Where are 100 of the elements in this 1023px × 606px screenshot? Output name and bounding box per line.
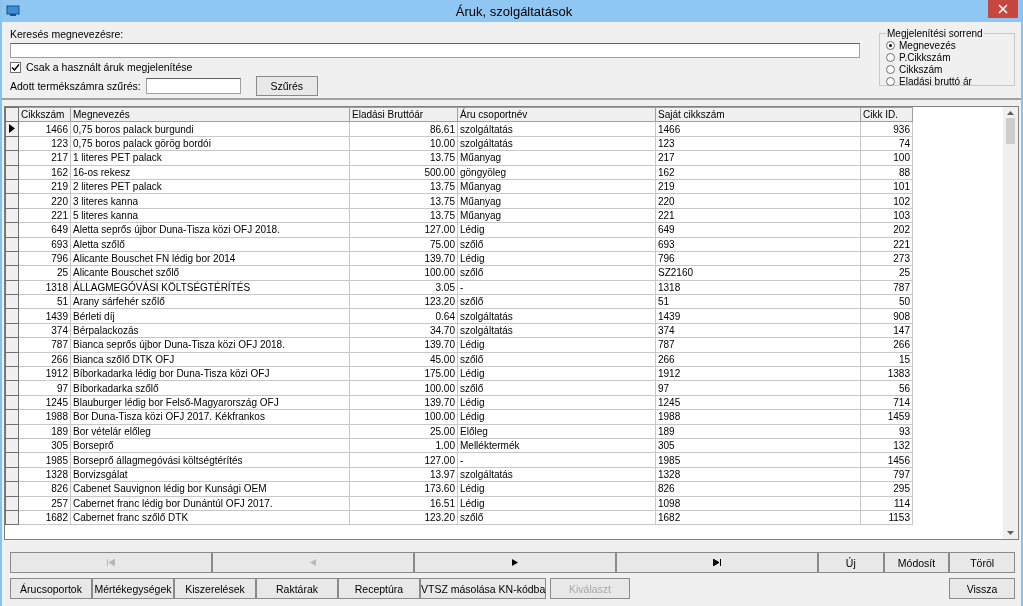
table-cell: 1.00 — [349, 438, 458, 453]
table-cell: 202 — [860, 222, 913, 237]
action-button[interactable]: Árucsoportok — [10, 578, 92, 599]
table-cell: 220 — [18, 193, 71, 209]
filter-label: Adott termékszámra szűrés: — [10, 80, 141, 92]
table-cell: 75.00 — [349, 237, 458, 252]
table-cell: szőlő — [457, 352, 656, 367]
checkbox[interactable] — [10, 61, 21, 73]
table-cell: Cabernet franc lédig bor Dunántúl OFJ 2017. — [70, 496, 350, 511]
search-field[interactable] — [10, 43, 860, 58]
table-cell: 220 — [655, 193, 861, 209]
filter-button[interactable]: Szűrés — [255, 76, 318, 96]
table-cell: 51 — [18, 294, 71, 309]
table-cell: szőlő — [457, 510, 656, 525]
record-button[interactable]: Új — [817, 552, 884, 573]
radio-button[interactable] — [886, 64, 895, 74]
column-header[interactable]: Cikkszám — [18, 107, 71, 122]
table-cell: Lédig — [457, 496, 656, 511]
table-cell: Cabenet Sauvignon lédig bor Kunsági OEM — [70, 481, 350, 497]
table-cell: 374 — [18, 323, 71, 338]
table-cell: 74 — [860, 136, 913, 151]
table-cell: 123.20 — [349, 294, 458, 309]
radio-button[interactable] — [886, 40, 895, 50]
table-cell: 3.05 — [349, 280, 458, 295]
radio-label[interactable]: P.Cikkszám — [899, 51, 951, 63]
navigator-button[interactable] — [10, 552, 212, 573]
table-cell: Lédig — [457, 409, 656, 425]
table-cell: 100 — [860, 150, 913, 166]
table-cell: Előleg — [457, 424, 656, 439]
table-cell: Blauburger lédig bor Felső-Magyarország OFJ — [70, 395, 350, 410]
table-cell: 266 — [655, 352, 861, 367]
record-button[interactable]: Töröl — [949, 552, 1015, 573]
action-button[interactable]: VTSZ másolása KN-kódba — [420, 578, 546, 599]
table-cell: Aletta seprős újbor Duna-Tisza közi OFJ 2018. — [70, 222, 350, 237]
column-header[interactable]: Saját cikkszám — [655, 107, 861, 122]
column-header[interactable]: Eladási Bruttóár — [349, 107, 458, 122]
scrollbar[interactable] — [1003, 107, 1018, 539]
navigator-button[interactable] — [212, 552, 414, 573]
table-cell: 1466 — [18, 121, 71, 137]
table-cell: 13.75 — [349, 208, 458, 223]
table-cell: szőlő — [457, 294, 656, 309]
action-button[interactable]: Raktárak — [256, 578, 338, 599]
table-cell: 796 — [655, 251, 861, 266]
table-cell: 114 — [860, 496, 913, 511]
table-cell: Cabernet franc szőlő DTK — [70, 510, 350, 525]
table-cell: 101 — [860, 179, 913, 194]
radio-button[interactable] — [886, 52, 895, 62]
table-cell: 500.00 — [349, 165, 458, 180]
table-cell: 1985 — [655, 452, 861, 468]
table-cell: 217 — [655, 150, 861, 166]
table-cell: 25 — [18, 265, 71, 281]
table-cell: 127.00 — [349, 452, 458, 468]
table-cell: szőlő — [457, 380, 656, 396]
table-cell: - — [457, 452, 656, 468]
table-cell: Alicante Bouschet FN lédig bor 2014 — [70, 251, 350, 266]
table-cell: 305 — [18, 438, 71, 453]
radio-label[interactable]: Cikkszám — [899, 63, 943, 75]
column-header[interactable]: Cikk ID. — [860, 107, 913, 122]
table-cell: 162 — [18, 165, 71, 180]
table-cell: 1985 — [18, 452, 71, 468]
navigator-button[interactable] — [413, 552, 616, 573]
table-cell: 123 — [655, 136, 861, 151]
close-button[interactable] — [988, 0, 1018, 18]
table-cell: 1383 — [860, 366, 913, 381]
radio-button[interactable] — [886, 76, 895, 86]
table-cell: 1328 — [18, 467, 71, 482]
radio-label[interactable]: Eladási bruttó ár — [899, 75, 972, 87]
table-cell: Alicante Bouschet szőlő — [70, 265, 350, 281]
action-button[interactable]: Mértékegységek — [92, 578, 174, 599]
action-button[interactable]: Kiszerelések — [174, 578, 256, 599]
table-cell: 1328 — [655, 467, 861, 482]
filter-field[interactable] — [145, 78, 241, 94]
table-cell: 1456 — [860, 452, 913, 468]
table-cell: szolgáltatás — [457, 308, 656, 324]
close-icon — [998, 4, 1008, 14]
table-cell: ÁLLAGMEGÓVÁSI KÖLTSÉGTÉRÍTÉS — [70, 280, 350, 295]
record-button[interactable]: Módosít — [883, 552, 950, 573]
table-cell: 139.70 — [349, 337, 458, 353]
window-title: Áruk, szolgáltatások — [455, 3, 573, 19]
table-cell: 173.60 — [349, 481, 458, 497]
navigator-button[interactable] — [615, 552, 818, 573]
scroll-down-icon[interactable] — [1007, 531, 1014, 535]
column-header[interactable]: Áru csoportnév — [457, 107, 656, 122]
table-cell: Lédig — [457, 366, 656, 381]
column-header[interactable]: Megnevezés — [70, 107, 350, 122]
checkbox-label[interactable]: Csak a használt áruk megjelenítése — [26, 61, 193, 73]
radio-label[interactable]: Megnevezés — [899, 39, 956, 51]
action-button[interactable]: Receptúra — [338, 578, 420, 599]
table-cell: 97 — [18, 380, 71, 396]
table-cell: Bianca szőlő DTK OFJ — [70, 352, 350, 367]
app-icon — [6, 5, 20, 17]
scrollbar-thumb[interactable] — [1006, 118, 1015, 144]
scroll-up-icon[interactable] — [1007, 111, 1014, 115]
table-cell: 221 — [655, 208, 861, 223]
table-cell: 189 — [18, 424, 71, 439]
table-cell: 649 — [655, 222, 861, 237]
table-cell: 374 — [655, 323, 861, 338]
table-cell: 1153 — [860, 510, 913, 525]
back-button[interactable]: Vissza — [949, 578, 1015, 599]
table-cell: 16-os rekesz — [70, 165, 350, 180]
